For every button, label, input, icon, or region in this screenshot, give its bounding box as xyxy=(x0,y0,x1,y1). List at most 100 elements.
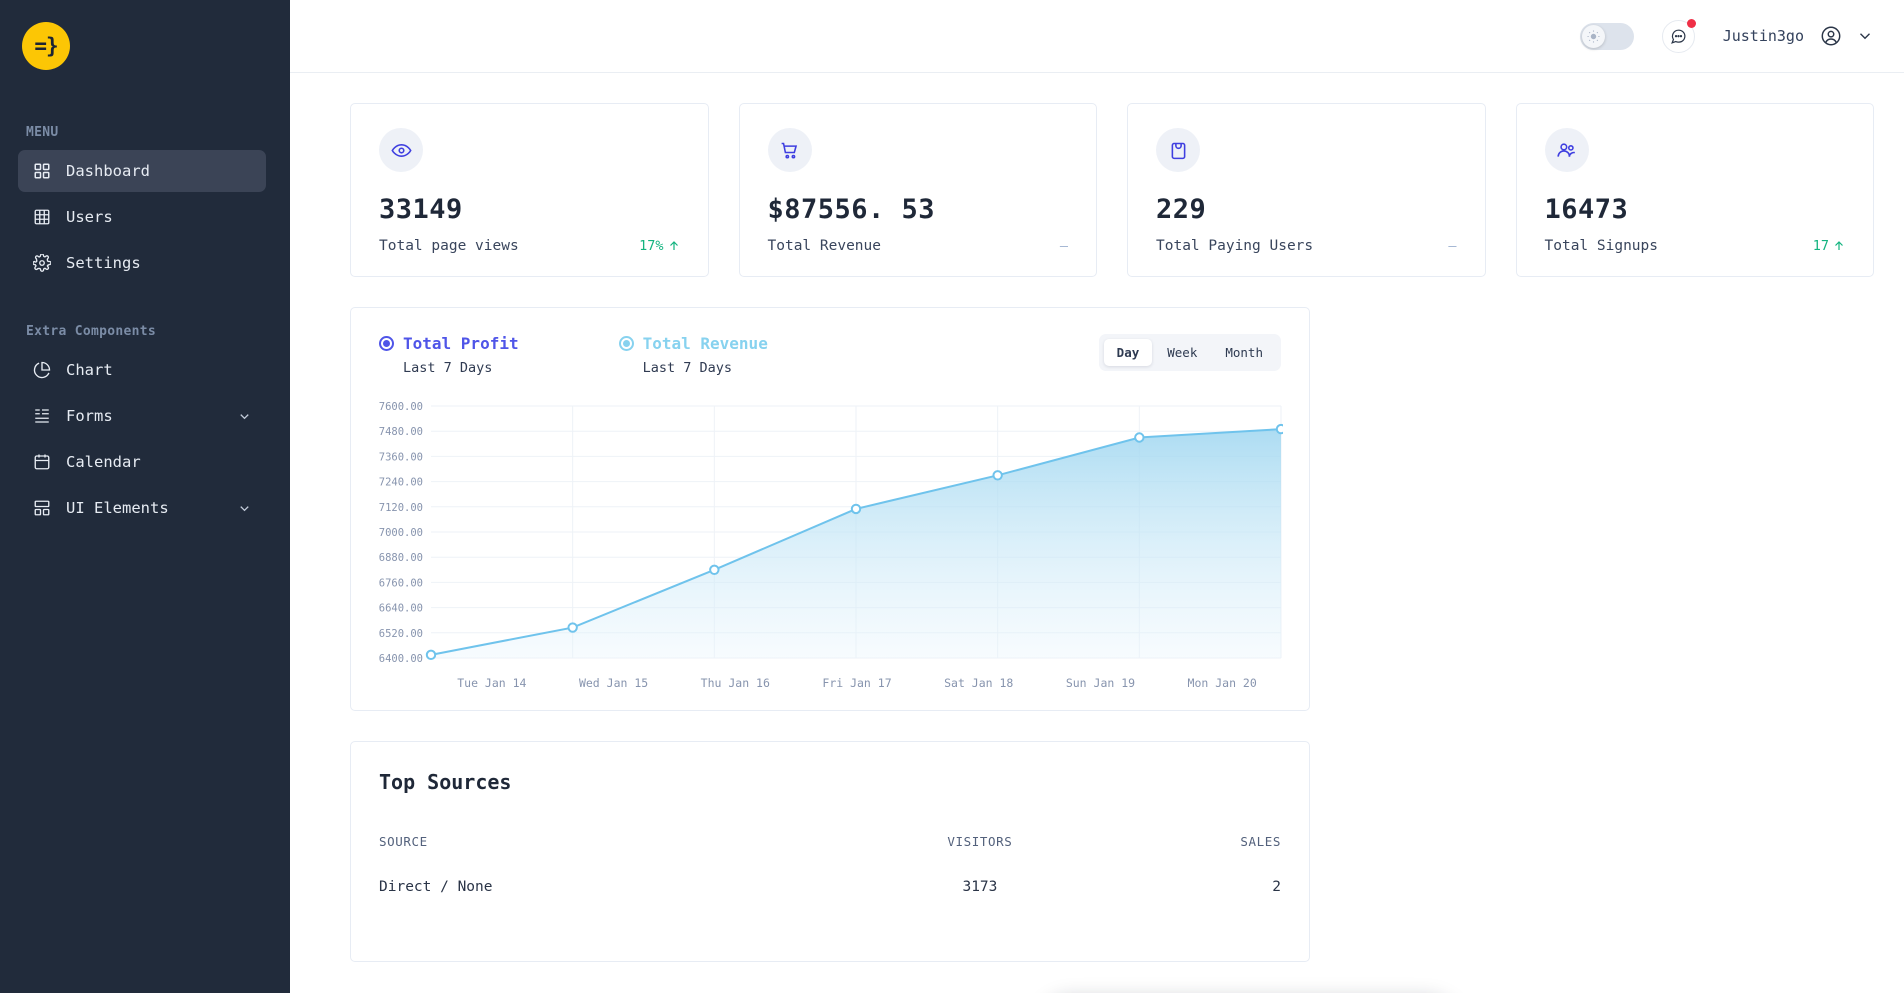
svg-text:86520.00: 86520.00 xyxy=(379,628,423,640)
svg-text:87120.00: 87120.00 xyxy=(379,502,423,514)
arrow-up-icon xyxy=(1835,241,1843,250)
stat-card-signups: 16473 Total Signups 17 xyxy=(1515,103,1874,277)
sidebar-item-forms[interactable]: Forms xyxy=(18,395,266,437)
sidebar-section-extra: Extra Components xyxy=(26,324,157,339)
stat-value: $87556. 53 xyxy=(767,194,936,225)
x-axis-tick: Mon Jan 20 xyxy=(1187,676,1257,690)
stat-delta-value: 17 xyxy=(1812,238,1829,254)
cell-visitors: 3173 xyxy=(962,879,998,895)
sidebar-item-label: UI Elements xyxy=(66,499,169,517)
legend-top: Total Revenue xyxy=(618,334,768,353)
area-chart-svg: 87600.00 87480.00 87360.00 87240.00 87120.00… xyxy=(379,401,1283,665)
range-button-day[interactable]: Day xyxy=(1103,339,1153,366)
stat-bottom: Total Revenue – xyxy=(768,238,1069,254)
stat-cards-row: 33149 Total page views 17% $87556. 53 To… xyxy=(290,103,1904,277)
stat-card-paying-users: 229 Total Paying Users – xyxy=(1127,103,1486,277)
sidebar-item-dashboard[interactable]: Dashboard xyxy=(18,150,266,192)
messages-button[interactable] xyxy=(1661,18,1696,53)
sidebar-item-ui-elements[interactable]: UI Elements xyxy=(18,487,266,529)
x-axis-tick: Wed Jan 15 xyxy=(578,676,649,690)
form-icon xyxy=(32,406,52,426)
grid-icon xyxy=(32,161,52,181)
page-content: 33149 Total page views 17% $87556. 53 To… xyxy=(290,73,1904,993)
stat-value: 229 xyxy=(1156,194,1207,225)
stat-label: Total Revenue xyxy=(767,238,882,254)
stat-value: 33149 xyxy=(379,194,463,225)
stat-label: Total Paying Users xyxy=(1156,238,1314,254)
eye-icon xyxy=(379,128,423,172)
range-button-month[interactable]: Month xyxy=(1212,339,1276,366)
column-header-sales: SALES xyxy=(1240,834,1281,849)
svg-text:86640.00: 86640.00 xyxy=(379,603,423,615)
stat-delta: 17% xyxy=(639,238,679,254)
chevron-down-icon[interactable] xyxy=(237,409,252,424)
sources-table: SOURCE VISITORS SALES Direct / None 3173… xyxy=(379,834,1281,921)
chat-bubble-icon xyxy=(1670,29,1686,44)
legend-total-profit[interactable]: Total Profit Last 7 Days xyxy=(379,334,519,376)
sources-table-head: SOURCE VISITORS SALES xyxy=(379,834,1281,879)
cell-sales: 2 xyxy=(1272,879,1281,895)
gear-icon xyxy=(32,253,52,273)
stat-delta: 17 xyxy=(1813,238,1845,254)
sidebar-item-chart[interactable]: Chart xyxy=(18,349,266,391)
user-circle-icon[interactable] xyxy=(1820,25,1842,47)
stat-delta: – xyxy=(1059,238,1068,254)
range-selector: Day Week Month xyxy=(1098,334,1281,371)
radio-total-profit[interactable] xyxy=(379,336,394,351)
stat-label: Total Signups xyxy=(1544,238,1659,254)
stat-card-page-views: 33149 Total page views 17% xyxy=(350,103,709,277)
stat-delta-value: 17% xyxy=(639,238,664,254)
stat-card-total-revenue: $87556. 53 Total Revenue – xyxy=(738,103,1097,277)
column-header-source: SOURCE xyxy=(379,834,428,849)
revenue-chart-card: Total Profit Last 7 Days Total Revenue L… xyxy=(350,307,1310,711)
sidebar-item-users[interactable]: Users xyxy=(18,196,266,238)
svg-text:87000.00: 87000.00 xyxy=(379,527,423,539)
sidebar: =} MENU Dashboard Users Settings Extra C… xyxy=(0,0,290,993)
column-header-visitors: VISITORS xyxy=(947,834,1013,849)
stat-bottom: Total page views 17% xyxy=(379,238,680,254)
arrow-up-icon xyxy=(669,241,678,250)
pie-chart-icon xyxy=(32,360,52,380)
logo-wrap: =} xyxy=(0,0,290,70)
layout-icon xyxy=(32,498,52,518)
x-axis-tick: Sat Jan 18 xyxy=(944,676,1014,690)
radio-total-revenue[interactable] xyxy=(618,336,634,351)
table-row: Direct / None 3173 2 xyxy=(379,879,1281,921)
table-icon xyxy=(32,207,52,227)
stat-bottom: Total Signups 17 xyxy=(1545,238,1846,254)
x-axis-tick: Tue Jan 14 xyxy=(457,676,527,690)
main-area: Justin3go 33149 Total page views 17% $87… xyxy=(290,0,1904,993)
top-sources-card: Top Sources SOURCE VISITORS SALES Direct… xyxy=(350,741,1310,962)
chart-header: Total Profit Last 7 Days Total Revenue L… xyxy=(379,334,1281,376)
sidebar-item-calendar[interactable]: Calendar xyxy=(18,441,266,483)
account-menu-chevron-down-icon[interactable] xyxy=(1856,27,1874,45)
stat-value: 16473 xyxy=(1544,194,1629,225)
sidebar-item-label: Calendar xyxy=(66,453,141,471)
sidebar-item-label: Dashboard xyxy=(66,162,150,180)
app-logo[interactable]: =} xyxy=(22,22,70,70)
sidebar-item-label: Forms xyxy=(66,407,113,425)
legend-total-revenue[interactable]: Total Revenue Last 7 Days xyxy=(618,334,768,376)
x-axis-tick: Thu Jan 16 xyxy=(700,676,770,690)
bag-icon xyxy=(1156,128,1200,172)
calendar-icon xyxy=(32,452,52,472)
x-axis-tick: Fri Jan 17 xyxy=(822,676,892,690)
chart-x-axis: Tue Jan 14 Wed Jan 15 Thu Jan 16 Fri Jan 17… xyxy=(431,676,1283,690)
legend-subtitle: Last 7 Days xyxy=(642,360,732,376)
theme-toggle[interactable] xyxy=(1579,22,1634,50)
sidebar-item-settings[interactable]: Settings xyxy=(18,242,266,284)
notification-badge xyxy=(1686,18,1696,28)
range-button-week[interactable]: Week xyxy=(1154,339,1210,366)
app-root: =} MENU Dashboard Users Settings Extra C… xyxy=(0,0,1904,993)
stat-bottom: Total Paying Users – xyxy=(1156,238,1457,254)
legend-title: Total Revenue xyxy=(642,334,768,353)
legend-title: Total Profit xyxy=(403,334,519,353)
sources-table-body: Direct / None 3173 2 xyxy=(379,879,1281,921)
svg-text:87360.00: 87360.00 xyxy=(379,451,423,463)
chevron-down-icon[interactable] xyxy=(237,501,252,516)
cart-icon xyxy=(767,128,812,172)
x-axis-tick: Sun Jan 19 xyxy=(1065,676,1136,690)
users-icon xyxy=(1544,128,1589,172)
table-header-row: SOURCE VISITORS SALES xyxy=(379,834,1281,879)
sidebar-section-menu: MENU xyxy=(26,125,59,140)
